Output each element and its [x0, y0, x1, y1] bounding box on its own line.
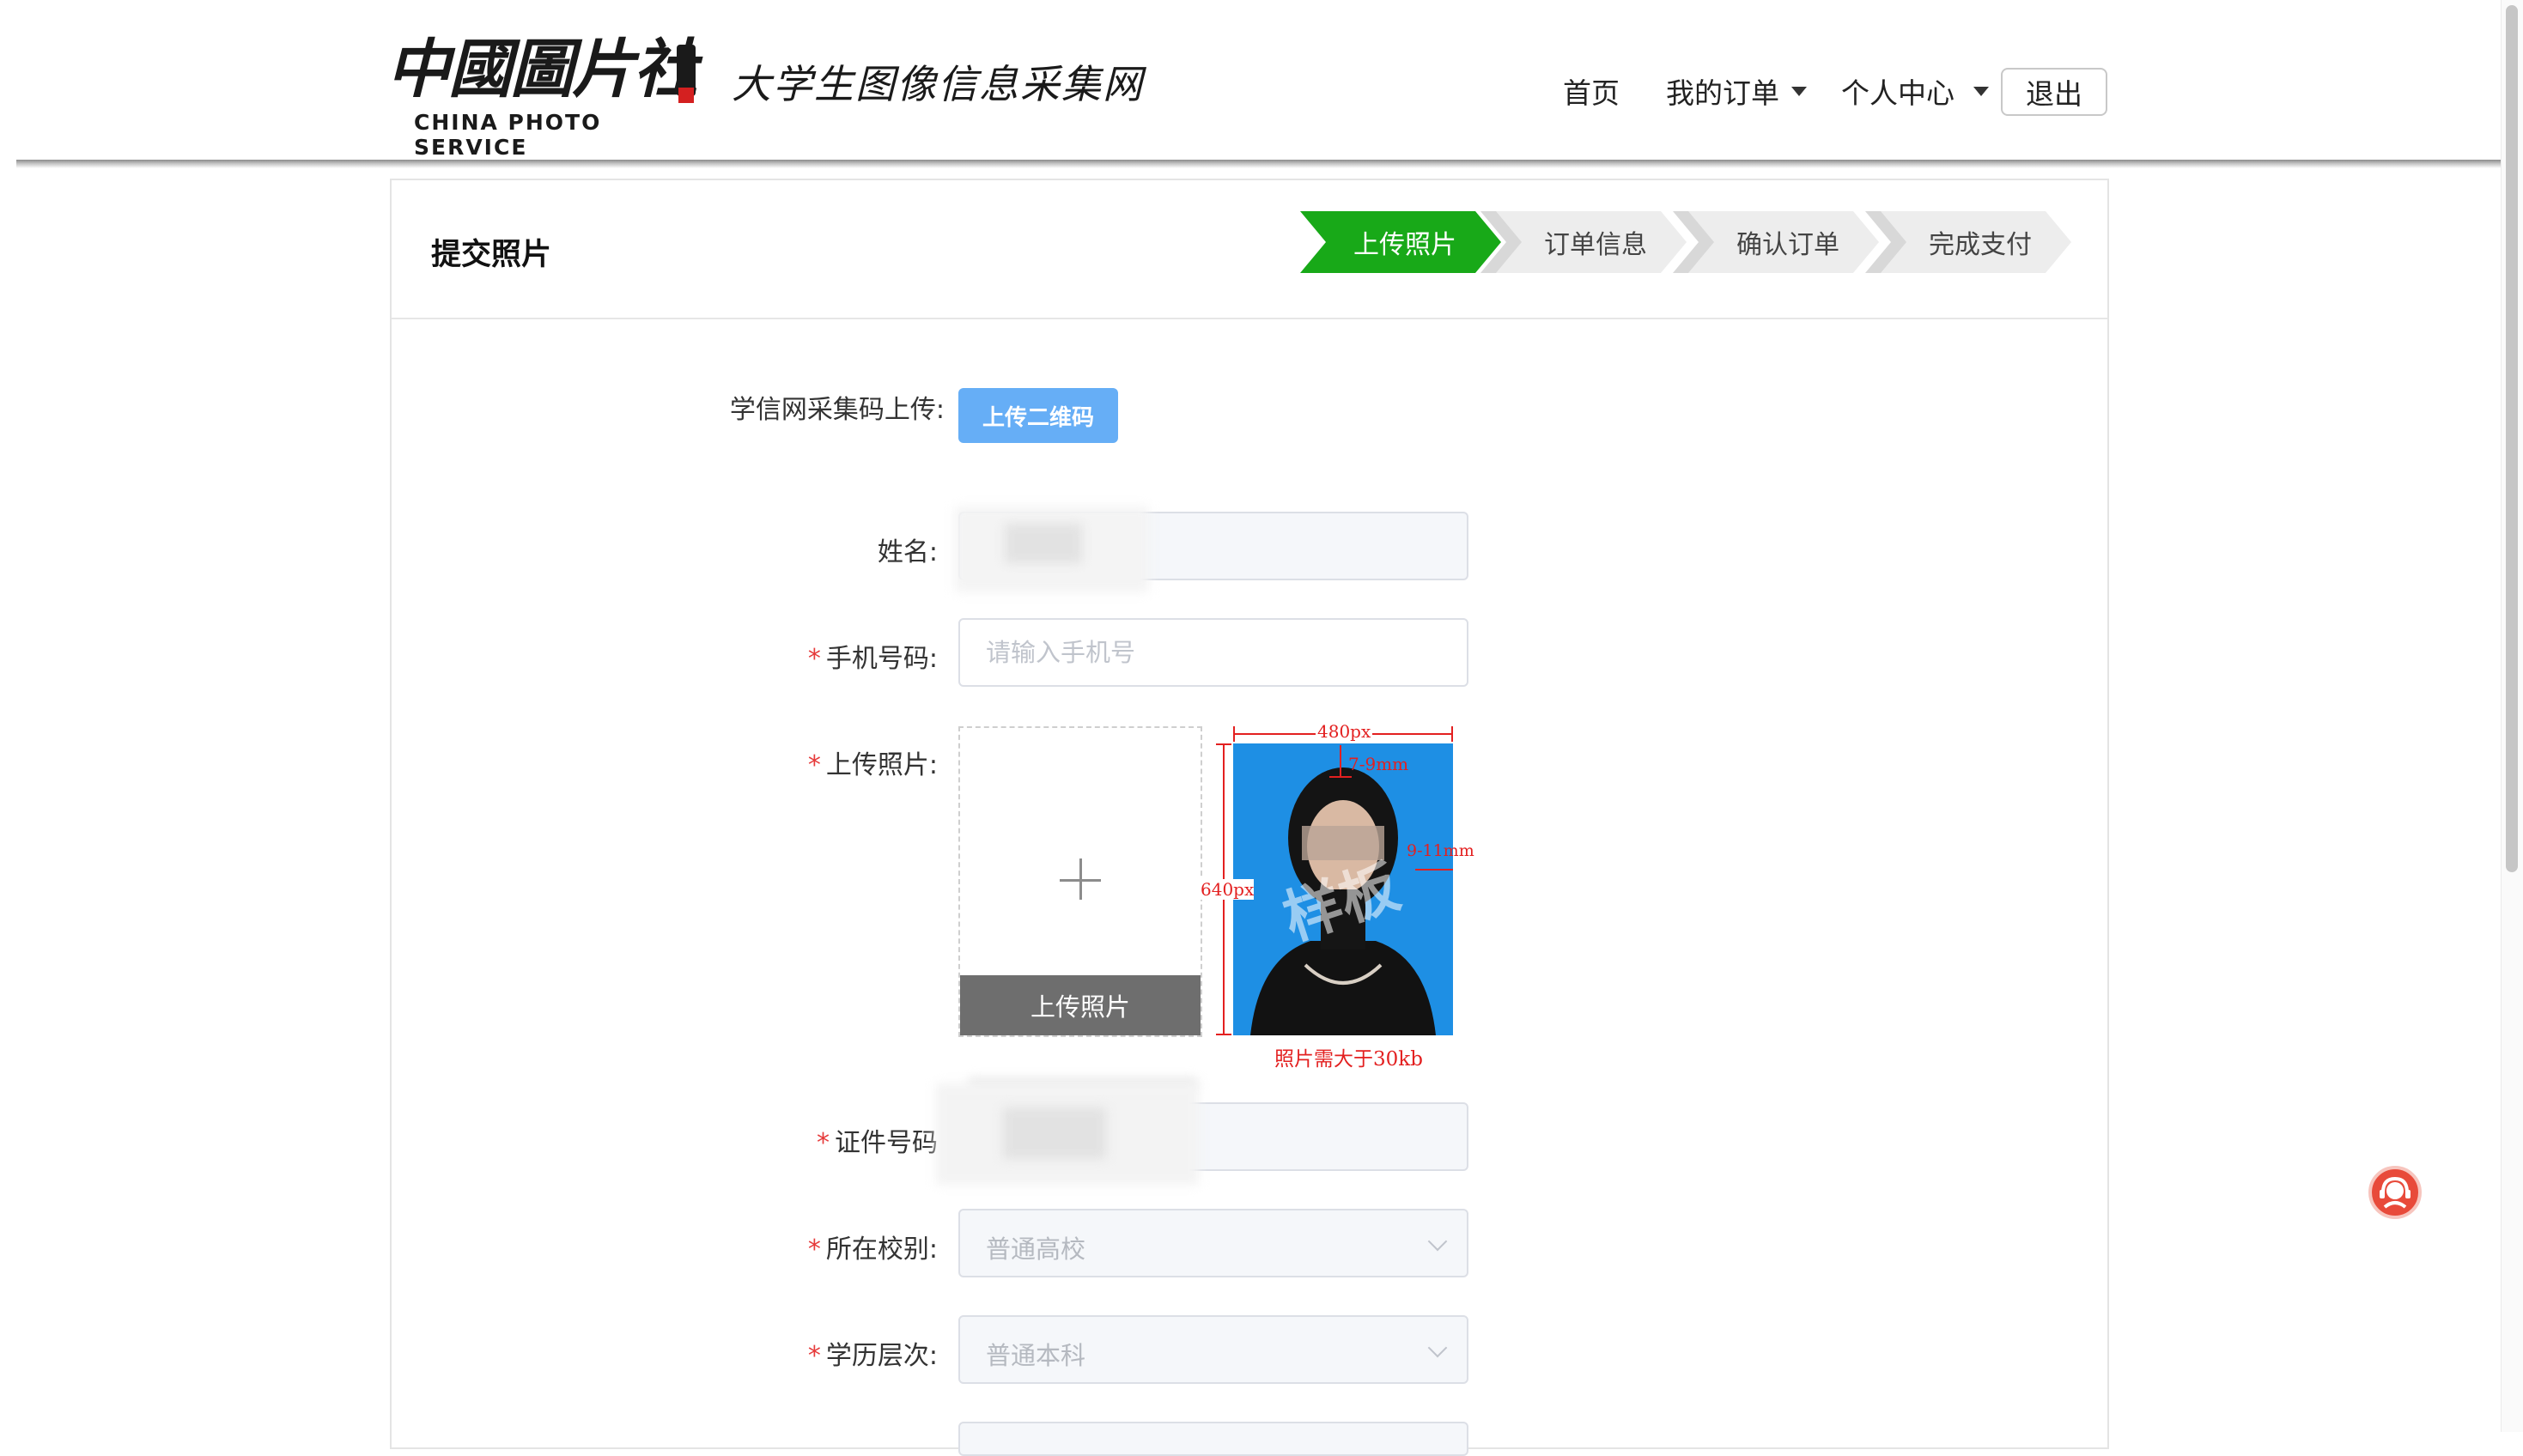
- required-mark: *: [807, 1341, 821, 1371]
- height-dimension-label: 640px: [1201, 879, 1255, 900]
- photo-upload-label: 上传照片: [960, 975, 1201, 1035]
- step-order-info-label: 订单信息: [1544, 230, 1647, 260]
- photo-upload-dropzone[interactable]: 上传照片: [958, 726, 1202, 1037]
- photo-label: * 上传照片:: [680, 743, 938, 781]
- name-label-text: 姓名:: [877, 537, 938, 567]
- customer-service-button[interactable]: [2368, 1166, 2422, 1219]
- width-dimension-tick-right: [1451, 726, 1453, 742]
- photo-size-note: 照片需大于30kb: [1274, 1048, 1423, 1071]
- nav-my-orders-item[interactable]: 我的订单: [1666, 70, 1807, 112]
- site-header: 中國圖片社 CHINA PHOTO SERVICE 大学生图像信息采集网 首页 …: [0, 0, 2501, 161]
- phone-input[interactable]: [958, 618, 1468, 687]
- site-name: 大学生图像信息采集网: [732, 61, 1144, 107]
- step-confirm-order-label: 确认订单: [1736, 230, 1839, 260]
- logout-button[interactable]: 退出: [2001, 68, 2107, 116]
- nav-home-label[interactable]: 首页: [1563, 70, 1620, 112]
- chevron-down-icon: [1427, 1338, 1448, 1358]
- width-dimension-label: 480px: [1316, 721, 1373, 742]
- nav-user-center-item[interactable]: 个人中心: [1841, 70, 1989, 112]
- height-dimension-tick-top: [1216, 743, 1231, 745]
- caret-down-icon: [1973, 86, 1989, 96]
- nav-my-orders-label: 我的订单: [1666, 76, 1779, 110]
- name-label: 姓名:: [680, 531, 938, 568]
- china-photo-service-logo[interactable]: 中國圖片社 CHINA PHOTO SERVICE: [386, 31, 713, 160]
- school-type-value: 普通高校: [986, 1235, 1086, 1264]
- qr-upload-label: 学信网采集码上传:: [687, 388, 945, 426]
- height-dimension-tick-bottom: [1216, 1034, 1231, 1035]
- customer-service-icon: [2380, 1176, 2411, 1209]
- step-confirm-order: 确认订单: [1688, 211, 1879, 273]
- id-label-text: 证件号码: [835, 1128, 938, 1158]
- logo-seal-icon: [678, 88, 694, 103]
- step-complete-payment: 完成支付: [1881, 211, 2071, 273]
- logo-english-text: CHINA PHOTO SERVICE: [414, 110, 602, 160]
- school-type-label: * 所在校别:: [680, 1228, 938, 1265]
- nav-user-center[interactable]: 个人中心: [1841, 67, 1989, 115]
- phone-label: * 手机号码:: [680, 637, 938, 675]
- sample-photo: 样板: [1233, 743, 1453, 1035]
- logo-chinese-text: 中國圖片社: [386, 33, 697, 106]
- required-mark: *: [807, 750, 821, 780]
- degree-label: * 学历层次:: [680, 1334, 938, 1372]
- card-header: 提交照片 确认订单 完成支付 订单信息 上传照片: [392, 180, 2107, 319]
- top-margin-line: [1340, 745, 1341, 776]
- qr-upload-label-text: 学信网采集码上传:: [729, 395, 945, 425]
- required-mark: *: [807, 1235, 821, 1265]
- photo-label-text: 上传照片:: [825, 750, 938, 780]
- sample-photo-guide: 样板 480px 7-9mm 640px 9-11mm 照片需大于30kb: [1201, 721, 1493, 1073]
- side-margin-label: 9-11mm: [1407, 841, 1474, 860]
- required-mark: *: [807, 644, 821, 674]
- caret-down-icon: [1791, 86, 1807, 96]
- required-mark: *: [817, 1128, 830, 1158]
- phone-label-text: 手机号码:: [825, 644, 938, 674]
- top-margin-tick: [1329, 776, 1352, 778]
- step-upload-photo: 上传照片: [1300, 211, 1501, 273]
- width-dimension-tick-left: [1233, 726, 1235, 742]
- page-title: 提交照片: [431, 238, 552, 272]
- side-margin-line: [1415, 869, 1453, 871]
- degree-value: 普通本科: [986, 1341, 1086, 1370]
- school-type-select[interactable]: 普通高校: [958, 1209, 1468, 1277]
- nav-home[interactable]: 首页: [1563, 67, 1620, 115]
- school-type-label-text: 所在校别:: [825, 1235, 938, 1265]
- step-upload-photo-label: 上传照片: [1353, 230, 1456, 260]
- degree-label-text: 学历层次:: [825, 1341, 938, 1371]
- step-complete-payment-label: 完成支付: [1929, 230, 2032, 260]
- id-label: * 证件号码: [680, 1121, 938, 1159]
- id-redaction-inner: [1003, 1107, 1106, 1159]
- name-redaction-inner: [1005, 524, 1082, 563]
- chevron-down-icon: [1427, 1231, 1448, 1252]
- top-margin-label: 7-9mm: [1348, 754, 1409, 774]
- upload-qr-code-button[interactable]: 上传二维码: [958, 388, 1118, 443]
- step-order-info: 订单信息: [1496, 211, 1687, 273]
- nav-user-center-label: 个人中心: [1841, 76, 1955, 110]
- header-divider: [16, 160, 2501, 168]
- degree-select[interactable]: 普通本科: [958, 1315, 1468, 1384]
- next-field-partial[interactable]: [958, 1422, 1468, 1456]
- nav-my-orders[interactable]: 我的订单: [1666, 67, 1807, 115]
- page-scrollbar-thumb[interactable]: [2506, 5, 2518, 872]
